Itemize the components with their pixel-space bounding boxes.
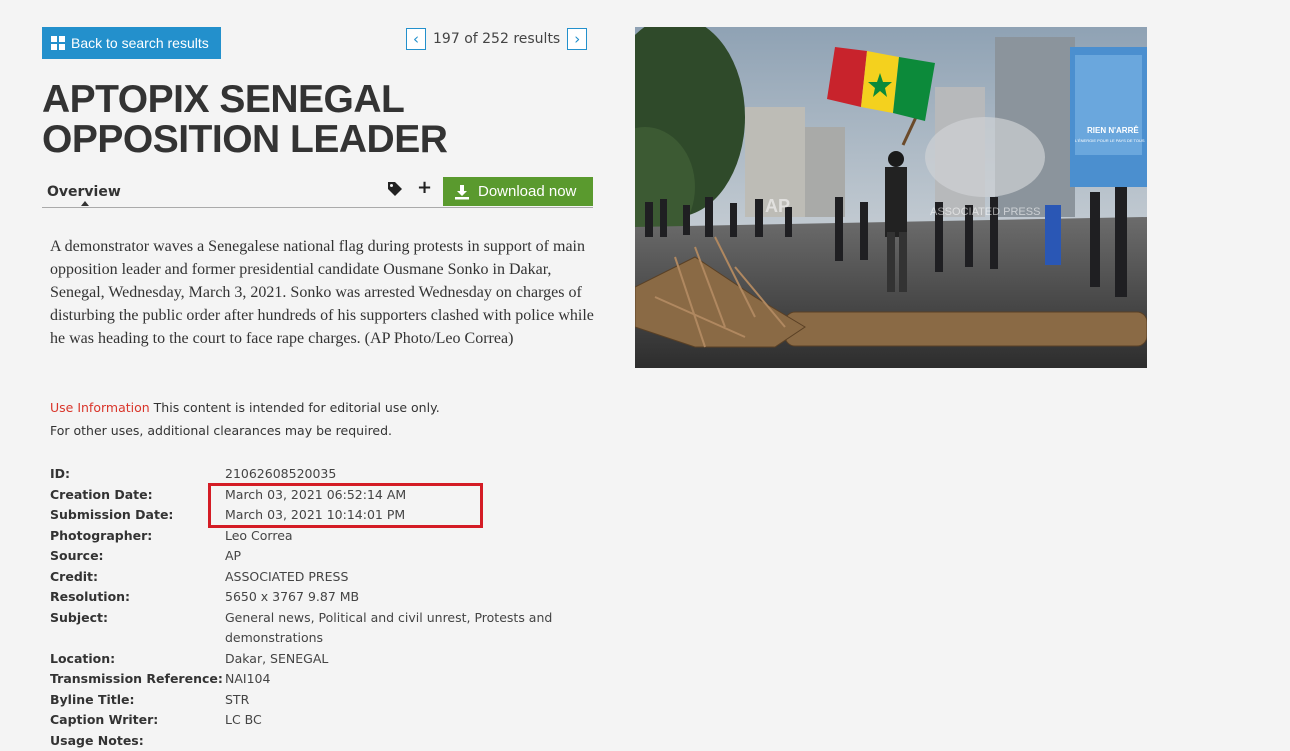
pager-current: 197 [433,31,460,47]
pager-of: of [464,31,478,47]
metadata-value [225,731,575,751]
tabs-bar: Overview + Download now [42,175,593,208]
metadata-label: Credit: [50,567,225,588]
metadata-label: Creation Date: [50,485,225,506]
use-information-link[interactable]: Use Information [50,400,150,415]
use-information-text-2: For other uses, additional clearances ma… [50,423,392,438]
metadata-row: Photographer:Leo Correa [50,526,595,547]
metadata-label: Caption Writer: [50,710,225,731]
use-information-text: This content is intended for editorial u… [150,400,440,415]
metadata-value: 5650 x 3767 9.87 MB [225,587,575,608]
pager-results: results [513,31,560,47]
download-label: Download now [478,183,576,200]
metadata-label: Usage Notes: [50,731,225,751]
metadata-label: Source: [50,546,225,567]
metadata-value: ASSOCIATED PRESS [225,567,575,588]
metadata-label: Byline Title: [50,690,225,711]
pager-text: 197 of 252 results [433,31,560,47]
metadata-row: Location:Dakar, SENEGAL [50,649,595,670]
date-highlight-box [208,483,483,528]
metadata-row: Usage Notes: [50,731,595,751]
metadata-value: AP [225,546,575,567]
metadata-row: Source:AP [50,546,595,567]
metadata-label: Transmission Reference: [50,669,225,690]
metadata-value: Dakar, SENEGAL [225,649,575,670]
tab-active-indicator [81,201,89,206]
metadata-row: Credit:ASSOCIATED PRESS [50,567,595,588]
metadata-label: Photographer: [50,526,225,547]
news-photo[interactable]: RIEN N'ARRÊ L'ÉNERGIE POUR LE PAYS DE TO… [635,27,1147,368]
photo-caption: A demonstrator waves a Senegalese nation… [50,235,595,350]
metadata-value: LC BC [225,710,575,731]
metadata-label: Resolution: [50,587,225,608]
billboard-text-2: L'ÉNERGIE POUR LE PAYS DE TOUS [1075,138,1145,143]
use-information: Use Information This content is intended… [50,396,595,442]
plus-icon[interactable]: + [417,177,432,198]
metadata-row: Caption Writer:LC BC [50,710,595,731]
back-to-results-button[interactable]: Back to search results [42,27,221,59]
watermark-ap: AP [765,196,790,216]
metadata-value: STR [225,690,575,711]
metadata-row: Transmission Reference:NAI104 [50,669,595,690]
watermark-text: ASSOCIATED PRESS [930,206,1040,218]
download-button[interactable]: Download now [443,177,593,206]
tag-icon[interactable] [387,181,403,201]
metadata-value: NAI104 [225,669,575,690]
chevron-left-icon[interactable]: ‹ [406,28,426,50]
metadata-row: ID:21062608520035 [50,464,595,485]
back-button-label: Back to search results [71,35,209,51]
metadata-label: Submission Date: [50,505,225,526]
metadata-label: Location: [50,649,225,670]
billboard-text: RIEN N'ARRÊ [1087,126,1139,135]
chevron-right-icon[interactable]: › [567,28,587,50]
metadata-label: Subject: [50,608,225,649]
result-pager: ‹ 197 of 252 results › [406,27,587,51]
metadata-row: Resolution:5650 x 3767 9.87 MB [50,587,595,608]
metadata-row: Byline Title:STR [50,690,595,711]
metadata-value: Leo Correa [225,526,575,547]
pager-total: 252 [482,31,509,47]
page-title: APTOPIX SENEGAL OPPOSITION LEADER [42,80,602,160]
download-icon [454,184,470,200]
metadata-row: Subject:General news, Political and civi… [50,608,595,649]
metadata-label: ID: [50,464,225,485]
tab-overview[interactable]: Overview [47,184,121,200]
metadata-value: 21062608520035 [225,464,575,485]
metadata-value: General news, Political and civil unrest… [225,608,575,649]
grid-icon [51,36,65,50]
